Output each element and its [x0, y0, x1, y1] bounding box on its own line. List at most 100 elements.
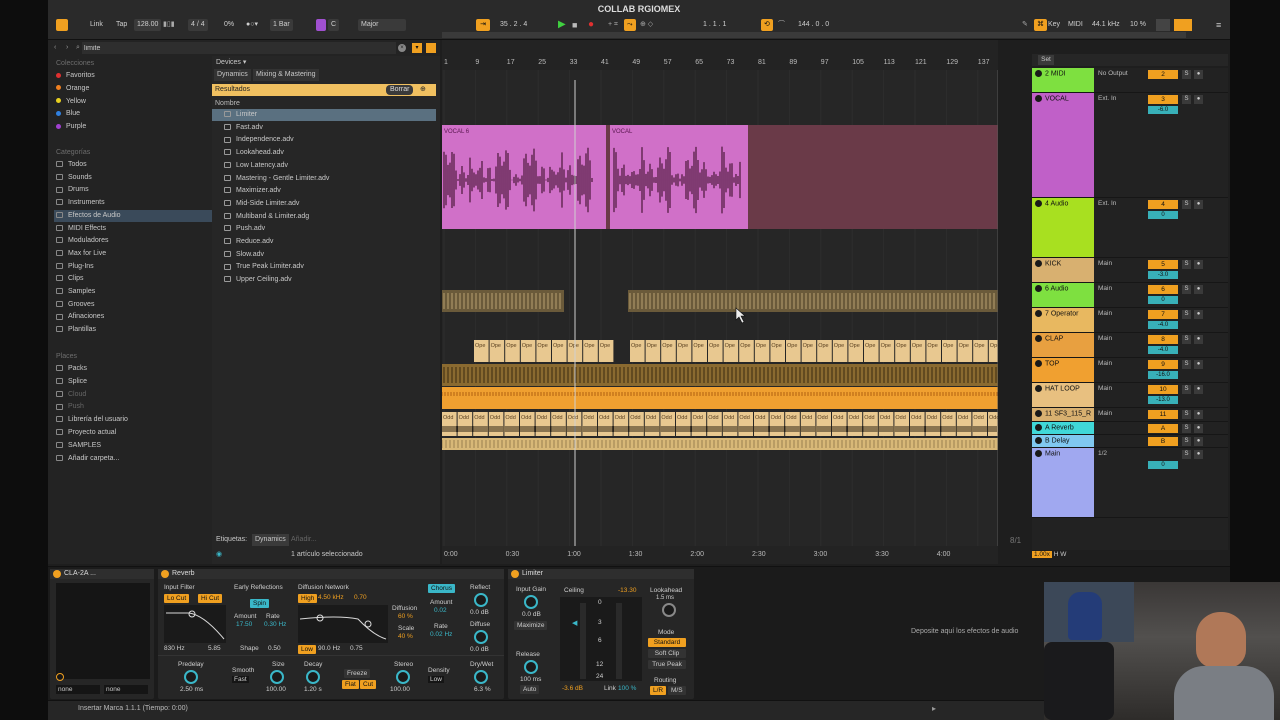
file-item[interactable]: Mid-Side Limiter.adv [224, 198, 299, 210]
arrangement-canvas[interactable]: 1 9 17 25 33 41 49 57 65 73 81 89 97 105 113 121 129 137 1… [442, 40, 998, 564]
collection-blue[interactable]: Blue [56, 108, 80, 120]
follow-icon[interactable]: ⇥ [476, 19, 490, 31]
size-knob[interactable] [270, 670, 284, 684]
capture-icon[interactable]: ⊕ ◇ [640, 19, 653, 31]
diffusion-value[interactable]: 60 % [398, 613, 413, 620]
track-number-button[interactable]: 4 [1148, 200, 1178, 209]
track-activator-icon[interactable] [1035, 260, 1042, 267]
arm-button[interactable]: ● [1194, 335, 1203, 344]
solo-button[interactable]: S [1182, 385, 1191, 394]
category-item[interactable]: Afinaciones [56, 311, 104, 323]
link-button[interactable]: Link [90, 19, 103, 31]
input-gain-knob[interactable] [524, 595, 538, 609]
shape-value[interactable]: 0.50 [268, 645, 281, 652]
low-damp-value[interactable]: 0.75 [350, 645, 363, 652]
track-number-button[interactable]: 9 [1148, 360, 1178, 369]
track-volume[interactable]: 0 [1148, 461, 1178, 469]
hi-cut-button[interactable]: Hi Cut [198, 594, 223, 603]
file-item[interactable]: Multiband & Limiter.adg [224, 211, 309, 223]
menu-icon[interactable]: ≡ [1216, 19, 1221, 31]
solo-button[interactable]: S [1182, 200, 1191, 209]
track-header[interactable]: A Reverb A S ● [1032, 422, 1228, 435]
category-item[interactable]: Moduladores [56, 235, 108, 247]
category-item[interactable]: Instruments [56, 197, 105, 209]
results-options-icon[interactable]: ⊕ [420, 85, 426, 95]
lo-cut-button[interactable]: Lo Cut [164, 594, 190, 603]
low-freq-value[interactable]: 90.0 Hz [318, 645, 340, 652]
predelay-knob[interactable] [184, 670, 198, 684]
category-item[interactable]: Samples [56, 286, 95, 298]
rate-value[interactable]: 0.30 Hz [264, 621, 286, 628]
quantize-menu[interactable]: 1 Bar [270, 19, 293, 31]
decay-knob[interactable] [306, 670, 320, 684]
track-activator-icon[interactable] [1035, 285, 1042, 292]
pencil-icon[interactable]: ✎ [1022, 19, 1028, 31]
track-activator-icon[interactable] [1035, 335, 1042, 342]
file-item[interactable]: Reduce.adv [224, 236, 273, 248]
ceiling-value[interactable]: -13.30 [618, 587, 636, 594]
reflect-knob[interactable] [474, 593, 488, 607]
arm-button[interactable]: ● [1194, 437, 1203, 446]
drywet-knob[interactable] [474, 670, 488, 684]
file-item[interactable]: Push.adv [224, 223, 265, 235]
category-item[interactable]: Plantillas [56, 324, 96, 336]
track-header[interactable]: B Delay B S ● [1032, 435, 1228, 448]
track-name[interactable]: CLAP [1032, 333, 1094, 357]
status-arrow-icon[interactable]: ▸ [932, 704, 936, 713]
maximize-button[interactable]: Maximize [514, 621, 548, 630]
track-activator-icon[interactable] [1035, 310, 1042, 317]
high-button[interactable]: High [298, 594, 318, 603]
track-io-select[interactable]: 1/2 [1098, 450, 1107, 457]
file-item[interactable]: Independence.adv [224, 134, 294, 146]
overview-bar[interactable] [442, 32, 1186, 38]
track-activator-icon[interactable] [1035, 385, 1042, 392]
arm-button[interactable]: ● [1194, 360, 1203, 369]
track-name[interactable]: 7 Operator [1032, 308, 1094, 332]
low-button[interactable]: Low [298, 645, 316, 654]
track-activator-icon[interactable] [1035, 70, 1042, 77]
track-io-select[interactable]: Ext. In [1098, 200, 1116, 207]
loop-icon[interactable]: ⟲ [761, 19, 773, 31]
limiter-title[interactable]: Limiter [508, 569, 694, 579]
tap-button[interactable]: Tap [116, 19, 127, 31]
chorus-rate-value[interactable]: 0.02 Hz [430, 631, 452, 638]
track-name[interactable]: VOCAL [1032, 93, 1094, 197]
track-number-button[interactable]: 8 [1148, 335, 1178, 344]
release-knob[interactable] [524, 660, 538, 674]
category-item[interactable]: Drums [56, 184, 89, 196]
category-item[interactable]: Plug-Ins [56, 261, 94, 273]
browser-view-icon[interactable] [426, 43, 436, 53]
arm-button[interactable]: ● [1194, 70, 1203, 79]
category-item[interactable]: Sounds [56, 172, 92, 184]
clear-results-button[interactable]: Borrar [386, 85, 414, 95]
drywet-value[interactable]: 6.3 % [474, 686, 491, 693]
track-io-select[interactable]: Ext. In [1098, 95, 1116, 102]
solo-button[interactable]: S [1182, 360, 1191, 369]
solo-button[interactable]: S [1182, 70, 1191, 79]
file-item[interactable]: Slow.adv [224, 249, 264, 261]
routing-ms-button[interactable]: M/S [668, 686, 686, 695]
devices-dropdown[interactable]: Devices ▾ [216, 57, 246, 69]
filter-icon[interactable]: ▾ [412, 43, 422, 53]
solo-button[interactable]: S [1182, 437, 1191, 446]
auto-release-button[interactable]: Auto [520, 685, 540, 694]
spin-button[interactable]: Spin [250, 599, 270, 608]
file-item[interactable]: Mastering - Gentle Limiter.adv [224, 173, 329, 185]
track-name[interactable]: B Delay [1032, 435, 1094, 447]
play-icon[interactable]: ▶ [558, 19, 566, 31]
cut-button[interactable]: Cut [360, 680, 377, 689]
track-name[interactable]: 11 SF3_115_R [1032, 408, 1094, 421]
file-item[interactable]: Lookahead.adv [224, 147, 284, 159]
track-activator-icon[interactable] [1035, 424, 1042, 431]
track-io-select[interactable]: Main [1098, 385, 1112, 392]
file-item[interactable]: Fast.adv [224, 122, 263, 134]
mode-truepeak-button[interactable]: True Peak [648, 660, 686, 669]
sidechain-select-a[interactable]: none [56, 685, 100, 694]
lo-freq-value[interactable]: 830 Hz [164, 645, 185, 652]
track-header[interactable]: HAT LOOP Main 10 S ● -13.0 [1032, 383, 1228, 408]
lookahead-knob[interactable] [662, 603, 676, 617]
cla2a-title[interactable]: CLA-2A ... [50, 569, 154, 579]
plugin-power-icon[interactable] [56, 673, 64, 681]
track-activator-icon[interactable] [1035, 200, 1042, 207]
place-item[interactable]: Cloud [56, 389, 86, 401]
